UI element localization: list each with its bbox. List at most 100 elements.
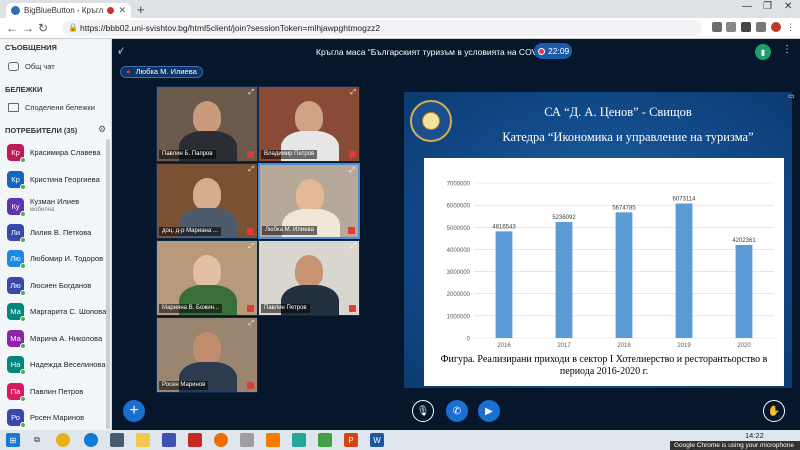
user-list-item[interactable]: Ли Лилия В. Петкова [7,223,107,243]
minimize-icon[interactable]: — [742,1,752,12]
fullscreen-icon[interactable]: ⤢ [350,89,356,97]
new-tab-icon[interactable]: + [137,2,145,17]
user-name: Маргарита С. Шопова [30,307,107,316]
muted-mic-icon [349,305,356,312]
app-icon-3[interactable] [292,433,306,447]
reload-icon[interactable]: ↻ [38,21,48,35]
online-status-icon [20,422,26,428]
options-menu-icon[interactable]: ⋮ [782,44,792,55]
public-chat-item[interactable]: Общ чат [8,62,55,71]
excel-icon[interactable] [318,433,332,447]
url-field[interactable]: 🔒 https://bbb02.uni-svishtov.bg/html5cli… [62,20,702,36]
fullscreen-icon[interactable]: ⤢ [248,320,254,328]
task-view-icon[interactable]: ⧉ [30,433,44,447]
participant-face [295,101,323,133]
chrome-icon[interactable] [56,433,70,447]
fullscreen-icon[interactable]: ⤢ [248,243,254,251]
connection-status-icon[interactable]: ▮ [755,44,771,60]
webcam-tile[interactable]: Павлин Петров ⤢ [258,240,360,316]
participant-face [193,332,221,364]
online-status-icon [20,289,26,296]
slide-title: СА “Д. А. Ценов” - Свищов [544,105,692,119]
minimize-presentation-icon[interactable]: ▭ [788,92,795,100]
video-button[interactable]: ▶ [478,400,500,422]
user-list-item[interactable]: Ку Кузман Илиев мобилна [7,197,107,217]
x-tick-label: 2017 [557,343,571,348]
extension-icon[interactable] [741,22,751,32]
fullscreen-icon[interactable]: ⤢ [248,166,254,174]
close-window-icon[interactable]: ✕ [784,1,792,12]
y-tick-label: 6000000 [447,204,471,210]
user-avatar: Лю [7,276,26,296]
data-label: 4816543 [492,224,516,230]
back-icon[interactable]: ← [6,21,18,35]
data-label: 4202361 [732,238,756,244]
vlc-icon[interactable] [266,433,280,447]
user-list-item[interactable]: Ро Росен Маринов [7,409,107,428]
user-list-item[interactable]: Ма Маргарита С. Шопова [7,303,107,322]
shared-notes-label: Споделени бележки [25,103,95,112]
fullscreen-icon[interactable]: ⤢ [349,167,355,175]
profile-avatar[interactable] [771,22,781,32]
firefox-icon[interactable] [214,433,228,447]
webcam-name-label: Владимир Петров [261,150,318,159]
taskbar-clock: 14:22 [745,431,764,440]
webcam-tile[interactable]: Любка М. Илиева ⤢ [258,163,360,239]
user-name: Надежда Веселинова [30,360,106,369]
mail-icon[interactable] [162,433,176,447]
user-list-item[interactable]: Кр Красимира Славева [7,144,107,163]
word-icon[interactable]: W [370,433,384,447]
powerpoint-icon[interactable]: P [344,433,358,447]
fullscreen-icon[interactable]: ⤢ [350,243,356,251]
user-list-item[interactable]: Кр Кристина Георгиева [7,170,107,190]
data-label: 6073114 [673,197,697,203]
webcam-tile[interactable]: Владимир Петров ⤢ [258,86,360,162]
puzzle-icon[interactable] [756,22,766,32]
audio-button[interactable]: ✆ [446,400,468,422]
muted-mic-icon [247,305,254,312]
raise-hand-button[interactable]: ✋ [763,400,785,422]
user-avatar: Ма [7,303,26,322]
user-list-item[interactable]: На Надежда Веселинова [7,356,107,375]
close-tab-icon[interactable]: ✕ [118,5,126,16]
user-list-item[interactable]: Ма Марина А. Николова [7,329,107,349]
app-icon-2[interactable] [240,433,254,447]
menu-icon[interactable]: ⋮ [786,22,795,32]
collapse-sidebar-icon[interactable]: ‹⁄ [118,46,123,56]
webcam-tile[interactable]: Марияна В. Божин... ⤢ [156,240,258,316]
user-avatar: Ку [7,197,26,217]
edge-icon[interactable] [84,433,98,447]
user-name: Марина А. Николова [30,333,103,343]
gear-icon[interactable]: ⚙ [98,124,106,135]
sidebar-scrollbar[interactable] [106,139,110,429]
user-list-item[interactable]: Лю Любомир И. Тодоров [7,250,107,269]
webcam-tile[interactable]: доц. д-р Мариана ... ⤢ [156,163,258,239]
webcam-name-label: Павлин Б. Папров [159,150,216,159]
app-icon[interactable] [110,433,124,447]
start-icon[interactable]: ⊞ [6,433,20,447]
recording-timer[interactable]: 22:09 [534,43,572,59]
online-status-icon [20,369,26,375]
actions-button[interactable]: + [123,400,145,422]
shared-notes-item[interactable]: Споделени бележки [8,103,95,112]
user-list-item[interactable]: Лю Люсиен Богданов [7,276,107,296]
star-icon[interactable] [726,22,736,32]
x-tick-label: 2018 [617,343,631,348]
x-tick-label: 2019 [677,343,691,348]
online-status-icon [20,210,26,217]
webcam-tile[interactable]: Павлин Б. Папров ⤢ [156,86,258,162]
webcam-tile[interactable]: Росен Маринов ⤢ [156,317,258,393]
folder-icon[interactable] [136,433,150,447]
x-tick-label: 2020 [737,343,751,348]
fullscreen-icon[interactable]: ⤢ [248,89,254,97]
revenue-chart: 0 1000000 2000000 3000000 4000000 5000000 6000… [424,158,784,386]
chat-icon [8,62,19,71]
language-flag-icon[interactable] [188,433,202,447]
mute-button[interactable]: 🎙 [412,400,434,422]
forward-icon[interactable]: → [22,21,34,35]
user-device-label: мобилна [30,207,55,213]
user-list-item[interactable]: Па Павлин Петров [7,382,107,402]
microphone-icon[interactable] [712,22,722,32]
browser-tab[interactable]: BigBlueButton - Кръгла ма ✕ [6,3,131,18]
maximize-icon[interactable]: ❐ [763,1,772,12]
